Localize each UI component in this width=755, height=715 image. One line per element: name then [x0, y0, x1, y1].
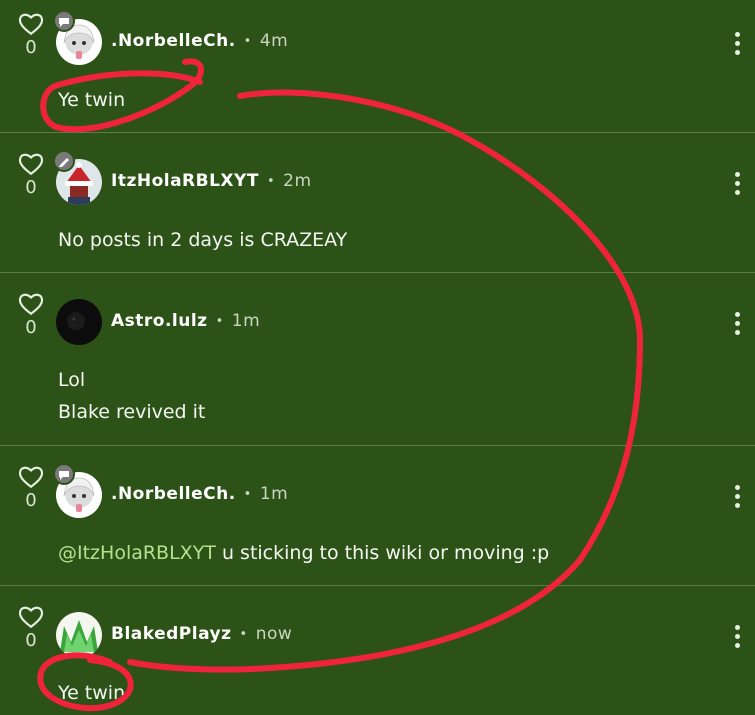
comment-text: Ye twin — [58, 682, 126, 704]
timestamp: 1m — [216, 311, 261, 331]
heart-icon — [18, 606, 44, 629]
username[interactable]: Astro.lulz1m — [111, 311, 260, 331]
comment-text: Lol Blake revived it — [58, 369, 206, 423]
heart-icon — [18, 153, 44, 176]
username[interactable]: .NorbelleCh.4m — [111, 31, 288, 51]
pencil-icon — [53, 150, 75, 172]
like-button[interactable]: 0 — [18, 605, 44, 651]
avatar[interactable] — [56, 612, 104, 660]
username[interactable]: ItzHolaRBLXYT2m — [111, 171, 312, 191]
chat-bubble-icon — [53, 10, 75, 32]
divider — [0, 585, 755, 586]
avatar[interactable] — [56, 299, 104, 347]
timestamp: 2m — [267, 171, 312, 191]
like-count: 0 — [25, 177, 37, 198]
timestamp: now — [240, 624, 293, 644]
timestamp: 4m — [244, 31, 289, 51]
like-button[interactable]: 0 — [18, 152, 44, 198]
chat-bubble-icon — [53, 463, 75, 485]
username[interactable]: BlakedPlayznow — [111, 624, 292, 644]
heart-icon — [18, 466, 44, 489]
more-options-button[interactable] — [733, 312, 741, 339]
divider — [0, 272, 755, 273]
comment-text: Ye twin — [58, 89, 126, 111]
like-count: 0 — [25, 490, 37, 511]
like-count: 0 — [25, 37, 37, 58]
like-count: 0 — [25, 630, 37, 651]
timestamp: 1m — [244, 484, 289, 504]
comment-text: No posts in 2 days is CRAZEAY — [58, 229, 348, 251]
dark-avatar-icon — [56, 299, 102, 345]
green-crown-avatar-icon — [56, 612, 102, 658]
more-options-button[interactable] — [733, 172, 741, 199]
heart-icon — [18, 293, 44, 316]
username[interactable]: .NorbelleCh.1m — [111, 484, 288, 504]
more-options-button[interactable] — [733, 625, 741, 652]
avatar[interactable] — [53, 463, 104, 520]
like-button[interactable]: 0 — [18, 12, 44, 58]
avatar[interactable] — [53, 10, 104, 67]
comment-text: @ItzHolaRBLXYT u sticking to this wiki o… — [58, 542, 550, 564]
like-button[interactable]: 0 — [18, 292, 44, 338]
like-button[interactable]: 0 — [18, 465, 44, 511]
heart-icon — [18, 13, 44, 36]
user-mention-link[interactable]: @ItzHolaRBLXYT — [58, 542, 216, 564]
more-options-button[interactable] — [733, 32, 741, 59]
divider — [0, 445, 755, 446]
like-count: 0 — [25, 317, 37, 338]
divider — [0, 132, 755, 133]
avatar[interactable] — [53, 150, 104, 207]
more-options-button[interactable] — [733, 485, 741, 512]
